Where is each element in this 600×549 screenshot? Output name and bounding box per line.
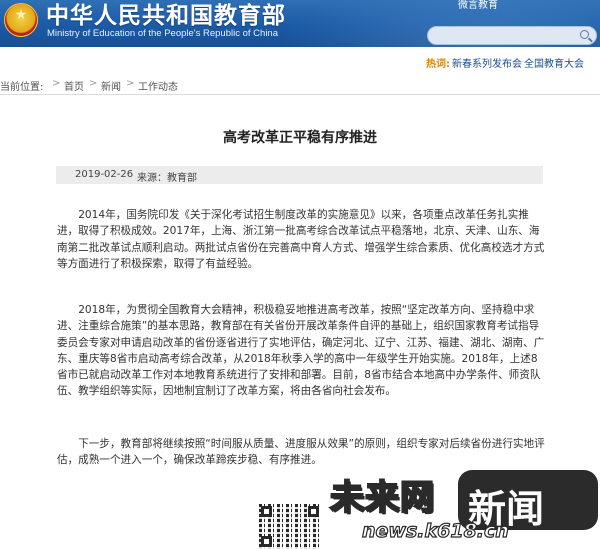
- breadcrumb-separator: >: [89, 78, 98, 89]
- qr-finder-icon: [308, 506, 319, 517]
- breadcrumb-separator: >: [52, 78, 61, 89]
- breadcrumb-separator: >: [126, 78, 135, 89]
- divider: [0, 94, 600, 95]
- site-subtitle: Ministry of Education of the People's Re…: [47, 28, 278, 39]
- qr-finder-icon: [261, 536, 272, 547]
- search-box[interactable]: [427, 26, 597, 45]
- breadcrumb-work-updates[interactable]: 工作动态: [138, 78, 178, 93]
- site-title[interactable]: 中华人民共和国教育部: [46, 3, 286, 29]
- breadcrumb-prefix: 当前位置:: [0, 82, 44, 93]
- hot-link-spring-press[interactable]: 新春系列发布会: [452, 55, 522, 70]
- article-source: 来源：教育部: [137, 173, 197, 184]
- qr-finder-icon: [261, 506, 272, 517]
- search-input[interactable]: [436, 28, 570, 45]
- watermark-url: news.k618.cn: [361, 519, 509, 542]
- hot-words-bar: 热词: 新春系列发布会 全国教育大会: [0, 47, 600, 75]
- search-icon[interactable]: [580, 30, 589, 39]
- emblem-star-icon: ★: [14, 7, 28, 23]
- hot-link-education-conference[interactable]: 全国教育大会: [524, 55, 584, 70]
- article-paragraph: 2018年，为贯彻全国教育大会精神，积极稳妥地推进高考改革，按照“坚定改革方向、…: [57, 304, 545, 398]
- article-paragraph: 2014年，国务院印发《关于深化考试招生制度改革的实施意见》以来，各项重点改革任…: [57, 209, 545, 270]
- breadcrumb-news[interactable]: 新闻: [101, 78, 121, 93]
- hot-words-label: 热词:: [426, 59, 450, 70]
- weiyan-jiaoyu-link[interactable]: 微言教育: [458, 0, 498, 11]
- article-meta-bar: 2019-02-26 来源：教育部: [56, 166, 543, 184]
- article-date: 2019-02-26: [75, 169, 134, 180]
- breadcrumb: 当前位置: > 首页 > 新闻 > 工作动态: [0, 75, 600, 93]
- watermark-brand: 未来网: [329, 477, 435, 519]
- breadcrumb-home[interactable]: 首页: [64, 78, 84, 93]
- article-title: 高考改革正平稳有序推进: [223, 130, 377, 146]
- national-emblem-icon[interactable]: ★: [4, 3, 38, 37]
- qr-code-icon: [259, 504, 321, 549]
- article-paragraph: 下一步，教育部将继续按照“时间服从质量、进度服从效果”的原则，组织专家对后续省份…: [57, 438, 545, 467]
- site-header: ★ 中华人民共和国教育部 Ministry of Education of th…: [0, 0, 600, 47]
